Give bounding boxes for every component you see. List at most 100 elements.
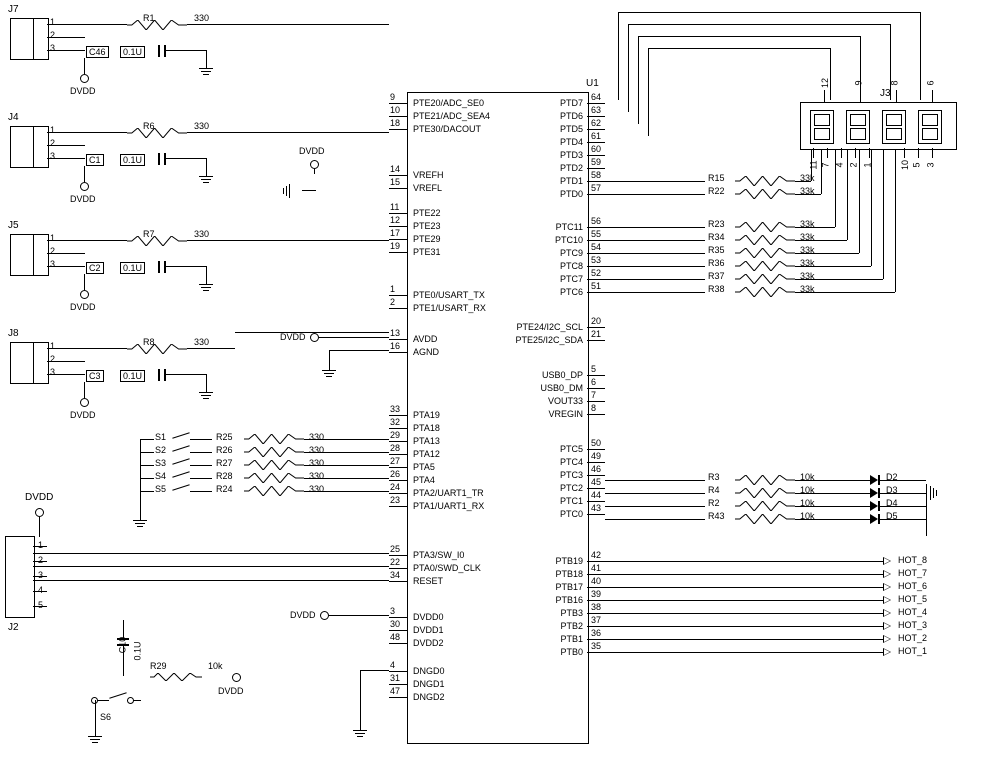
pin-num: 43 — [591, 503, 601, 513]
dvdd-lbl: DVDD — [70, 194, 96, 204]
j3-pin: 8 — [890, 80, 900, 85]
resistor — [735, 248, 795, 256]
pin-num: 7 — [591, 390, 596, 400]
net-label: HOT_3 — [898, 620, 927, 630]
pin-name: PTE29 — [413, 234, 441, 244]
chip-ref: U1 — [586, 78, 599, 89]
c10-val: 0.1U — [133, 641, 143, 660]
dvdd-pad — [80, 182, 89, 191]
conn-j2 — [5, 536, 35, 618]
conn-pin: 3 — [50, 43, 55, 53]
cap-ref: C3 — [86, 370, 104, 382]
pin-name: PTA4 — [413, 475, 435, 485]
pin-name: PTE23 — [413, 221, 441, 231]
conn-pin: 1 — [50, 17, 55, 27]
pin-num: 44 — [591, 490, 601, 500]
resistor — [244, 473, 304, 481]
pin-name: PTE24/I2C_SCL — [516, 322, 583, 332]
pin-name: PTB3 — [560, 608, 583, 618]
net-label: HOT_1 — [898, 646, 927, 656]
pin-name: PTD6 — [560, 111, 583, 121]
res-ref: R38 — [708, 284, 725, 294]
pin-name: DVDD2 — [413, 638, 444, 648]
pin-name: AGND — [413, 347, 439, 357]
switch-ref: S2 — [155, 445, 166, 455]
res-ref: R43 — [708, 511, 725, 521]
pin-num: 22 — [390, 557, 400, 567]
pin-name: DVDD1 — [413, 625, 444, 635]
res-ref: R26 — [216, 445, 233, 455]
pin-num: 21 — [591, 329, 601, 339]
conn-ref: J8 — [8, 328, 19, 339]
pin-name: PTA3/SW_I0 — [413, 550, 464, 560]
conn-pin: 2 — [38, 555, 43, 565]
net-arrow — [883, 570, 891, 578]
cap-val: 0.1U — [120, 154, 145, 166]
pin-num: 60 — [591, 144, 601, 154]
pin-num: 59 — [591, 157, 601, 167]
pin-num: 26 — [390, 469, 400, 479]
seven-seg-digit — [810, 110, 834, 144]
j2-ref: J2 — [8, 622, 19, 633]
res-ref: R15 — [708, 173, 725, 183]
res-val: 330 — [309, 484, 324, 494]
conn-ref: J4 — [8, 112, 19, 123]
cap-val: 0.1U — [120, 46, 145, 58]
res-ref: R34 — [708, 232, 725, 242]
s6-ref: S6 — [100, 712, 111, 722]
dvdd-pad — [80, 290, 89, 299]
pin-num: 42 — [591, 550, 601, 560]
pin-name: PTA19 — [413, 410, 440, 420]
pin-name: PTB16 — [555, 595, 583, 605]
pin-num: 16 — [390, 341, 400, 351]
pin-name: PTE31 — [413, 247, 441, 257]
pin-num: 47 — [390, 686, 400, 696]
pin-num: 1 — [390, 284, 395, 294]
dvdd-pad — [310, 333, 319, 342]
dvdd-power: DVDD — [290, 610, 316, 620]
resistor — [735, 261, 795, 269]
net-label: HOT_6 — [898, 581, 927, 591]
pin-num: 58 — [591, 170, 601, 180]
pin-num: 53 — [591, 255, 601, 265]
pin-name: PTC7 — [560, 274, 583, 284]
conn-ref: J7 — [8, 4, 19, 15]
pin-num: 56 — [591, 216, 601, 226]
resistor — [735, 501, 795, 509]
res-val: 330 — [309, 432, 324, 442]
seven-seg-digit — [846, 110, 870, 144]
switch-ref: S1 — [155, 432, 166, 442]
pin-num: 11 — [390, 202, 399, 212]
net-arrow — [883, 583, 891, 591]
pin-num: 13 — [390, 328, 400, 338]
conn-pin: 4 — [38, 585, 43, 595]
pin-num: 25 — [390, 544, 400, 554]
res-ref: R37 — [708, 271, 725, 281]
pin-name: PTC4 — [560, 457, 583, 467]
pin-num: 62 — [591, 118, 601, 128]
res-val: 330 — [309, 471, 324, 481]
resistor — [244, 486, 304, 494]
r29-val: 10k — [208, 661, 223, 671]
diode — [870, 501, 880, 511]
pin-num: 54 — [591, 242, 601, 252]
pin-name: PTA12 — [413, 449, 440, 459]
resistor — [735, 514, 795, 522]
pin-name: AVDD — [413, 334, 437, 344]
resistor — [735, 189, 795, 197]
pin-name: DNGD0 — [413, 666, 445, 676]
pin-name: PTD4 — [560, 137, 583, 147]
pin-name: PTE1/USART_RX — [413, 303, 486, 313]
resistor — [735, 222, 795, 230]
conn-pin: 2 — [50, 246, 55, 256]
pin-num: 24 — [390, 482, 400, 492]
pin-name: PTD5 — [560, 124, 583, 134]
pin-num: 39 — [591, 589, 601, 599]
pin-num: 46 — [591, 464, 601, 474]
pin-num: 36 — [591, 628, 601, 638]
pin-name: PTB17 — [555, 582, 583, 592]
pin-name: PTC8 — [560, 261, 583, 271]
cap-ref: C46 — [86, 46, 109, 58]
pin-name: USB0_DM — [540, 383, 583, 393]
pin-name: PTA2/UART1_TR — [413, 488, 484, 498]
